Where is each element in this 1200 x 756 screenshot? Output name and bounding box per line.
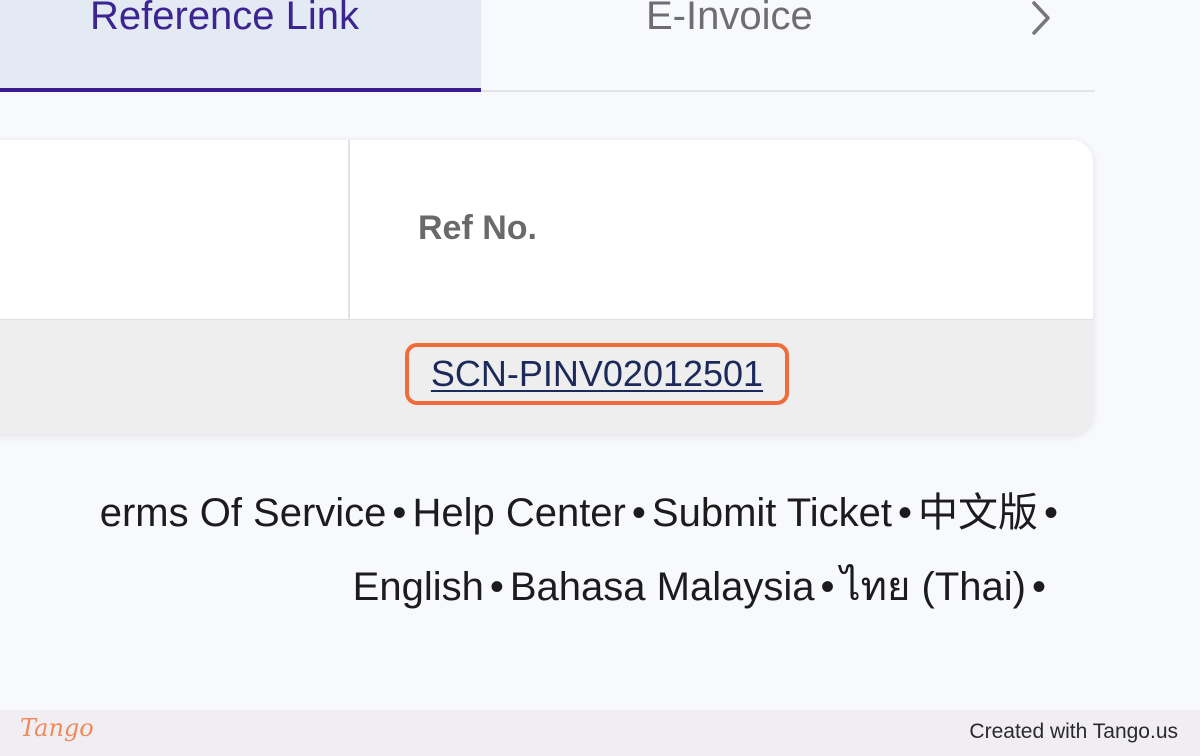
chevron-right-icon	[1025, 0, 1055, 42]
footer-separator: •	[631, 491, 646, 535]
footer-separator: •	[1043, 491, 1058, 535]
footer-separator: •	[820, 565, 835, 609]
tab-e-invoice[interactable]: E-Invoice	[481, 0, 981, 90]
reference-table: Ref No. SCN-PINV02012501	[0, 140, 1093, 434]
tango-credit-text: Created with Tango.us	[969, 720, 1178, 743]
english-language-link[interactable]: English	[353, 565, 484, 609]
footer-separator: •	[1031, 565, 1046, 609]
ref-no-link[interactable]: SCN-PINV02012501	[431, 353, 763, 395]
footer-links-line-1: erms Of Service • Help Center • Submit Ticke…	[100, 488, 1064, 538]
ref-no-column-header: Ref No.	[418, 209, 537, 247]
table-header-row: Ref No.	[0, 140, 1093, 320]
footer-separator: •	[392, 491, 407, 535]
footer-separator: •	[489, 565, 504, 609]
malay-language-link[interactable]: Bahasa Malaysia	[510, 565, 815, 609]
chinese-language-link[interactable]: 中文版	[918, 491, 1038, 535]
tab-e-invoice-label: E-Invoice	[646, 0, 813, 38]
footer-separator: •	[897, 491, 912, 535]
tab-scroll-next-button[interactable]	[1010, 0, 1070, 50]
table-row: SCN-PINV02012501	[0, 320, 1093, 434]
ref-no-highlight: SCN-PINV02012501	[405, 343, 789, 405]
tango-footer-bar: Tango Created with Tango.us	[0, 710, 1200, 756]
tango-logo: Tango	[20, 714, 94, 742]
tab-reference-link[interactable]: Reference Link	[0, 0, 481, 92]
submit-ticket-link[interactable]: Submit Ticket	[652, 491, 892, 535]
tab-reference-link-label: Reference Link	[90, 0, 360, 38]
terms-of-service-link[interactable]: erms Of Service	[100, 491, 387, 535]
tab-bar: Reference Link E-Invoice	[0, 0, 1095, 92]
help-center-link[interactable]: Help Center	[412, 491, 625, 535]
column-divider	[348, 140, 350, 319]
thai-language-link[interactable]: ไทย (Thai)	[840, 565, 1026, 609]
footer-links-line-2: English • Bahasa Malaysia • ไทย (Thai) •	[353, 562, 1052, 612]
